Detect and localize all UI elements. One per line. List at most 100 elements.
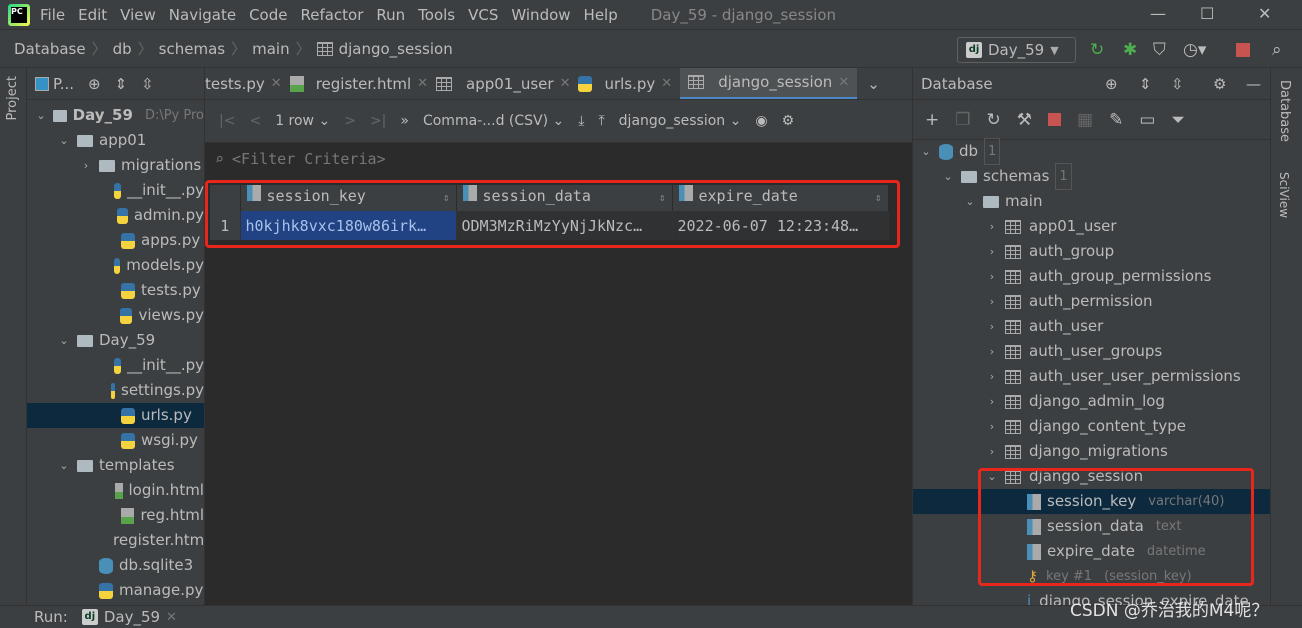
- properties-icon[interactable]: ⚒: [1017, 110, 1032, 130]
- close-tab-icon[interactable]: ✕: [417, 76, 428, 91]
- tree-item[interactable]: › auth_permission: [913, 289, 1270, 314]
- chevron-down-icon[interactable]: ⌄: [57, 453, 71, 478]
- row-count-dropdown[interactable]: 1 row ⌄: [275, 113, 330, 129]
- menu-help[interactable]: Help: [584, 6, 618, 24]
- chevron-down-icon[interactable]: ⌄: [941, 164, 955, 189]
- gear-icon[interactable]: ⚙: [1213, 75, 1226, 93]
- menu-tools[interactable]: Tools: [418, 6, 455, 24]
- tree-item[interactable]: ⌄ app01: [27, 128, 204, 153]
- project-view-dropdown[interactable]: P...: [53, 75, 74, 93]
- breadcrumb-item[interactable]: main: [252, 40, 289, 58]
- filter-icon[interactable]: ⏷: [1171, 110, 1185, 130]
- breadcrumb-item[interactable]: django_session: [339, 40, 453, 58]
- tab-urls-py[interactable]: urls.py ✕: [578, 68, 680, 99]
- tab-tests-py[interactable]: tests.py ✕: [205, 68, 290, 99]
- project-tool-button[interactable]: Project: [5, 76, 20, 120]
- chevron-down-icon[interactable]: ⌄: [57, 328, 71, 353]
- menu-file[interactable]: File: [40, 6, 65, 24]
- view-icon[interactable]: ◉: [755, 113, 767, 129]
- next-page-icon[interactable]: >: [344, 113, 356, 129]
- close-tab-icon[interactable]: ✕: [838, 75, 849, 90]
- column-header-expire_date[interactable]: expire_date ⇕: [672, 185, 889, 211]
- settings-icon[interactable]: ⚙: [782, 113, 795, 129]
- chevron-down-icon[interactable]: ⌄: [963, 189, 977, 214]
- menu-window[interactable]: Window: [511, 6, 570, 24]
- filter-criteria-input[interactable]: ⌕ <Filter Criteria>: [205, 143, 912, 175]
- tree-item[interactable]: › app01_user: [913, 214, 1270, 239]
- tree-item[interactable]: models.py: [27, 253, 204, 278]
- tree-item[interactable]: reg.html: [27, 503, 204, 528]
- profile-icon[interactable]: ◷▾: [1183, 40, 1206, 60]
- table-cell[interactable]: h0kjhk8vxc180w86irk…: [240, 211, 457, 240]
- tree-item[interactable]: urls.py: [27, 403, 204, 428]
- chevron-right-icon[interactable]: ›: [985, 289, 999, 314]
- table-cell[interactable]: 2022-06-07 12:23:48…: [672, 211, 889, 240]
- duplicate-icon[interactable]: ❐: [955, 110, 970, 130]
- download-icon[interactable]: ⤓: [578, 113, 584, 129]
- stop-icon[interactable]: [1048, 113, 1061, 126]
- stop-icon[interactable]: [1236, 43, 1250, 57]
- expand-all-icon[interactable]: ⇕: [1139, 75, 1152, 93]
- tree-item[interactable]: admin.py: [27, 203, 204, 228]
- maximize-button[interactable]: ☐: [1200, 4, 1214, 23]
- tree-item[interactable]: ⌄ templates: [27, 453, 204, 478]
- collapse-all-icon[interactable]: ⇳: [141, 75, 154, 93]
- menu-edit[interactable]: Edit: [78, 6, 107, 24]
- chevron-right-icon[interactable]: ›: [985, 439, 999, 464]
- chevron-down-icon[interactable]: ⌄: [919, 139, 933, 164]
- table-icon[interactable]: ▦: [1077, 110, 1093, 130]
- tree-item[interactable]: wsgi.py: [27, 428, 204, 453]
- chevron-down-icon[interactable]: ⌄: [57, 128, 71, 153]
- tree-item[interactable]: login.html: [27, 478, 204, 503]
- tree-item[interactable]: settings.py: [27, 378, 204, 403]
- locate-icon[interactable]: ⊕: [1105, 75, 1118, 93]
- console-icon[interactable]: ▭: [1139, 110, 1155, 130]
- close-tab-icon[interactable]: ✕: [271, 76, 282, 91]
- tree-item[interactable]: manage.py: [27, 578, 204, 603]
- tree-item[interactable]: ⌄ schemas 1: [913, 163, 1270, 190]
- search-icon[interactable]: ⌕: [1272, 40, 1282, 60]
- edit-icon[interactable]: ✎: [1109, 110, 1123, 130]
- breadcrumb-item[interactable]: db: [113, 40, 132, 58]
- tree-item[interactable]: tests.py: [27, 278, 204, 303]
- chevron-right-icon[interactable]: ›: [985, 389, 999, 414]
- tab-list-chevron-icon[interactable]: ⌄: [867, 75, 880, 93]
- last-page-icon[interactable]: >|: [370, 113, 386, 129]
- hide-icon[interactable]: —: [1246, 75, 1261, 93]
- chevron-right-icon[interactable]: ›: [985, 264, 999, 289]
- tree-item[interactable]: ⌄ main: [913, 189, 1270, 214]
- expand-all-icon[interactable]: ⇕: [115, 75, 128, 93]
- tree-item[interactable]: __init__.py: [27, 353, 204, 378]
- breadcrumb-item[interactable]: schemas: [159, 40, 225, 58]
- chevron-right-icon[interactable]: ›: [985, 364, 999, 389]
- chevron-down-icon[interactable]: ⌄: [35, 103, 47, 128]
- tree-item[interactable]: › auth_user: [913, 314, 1270, 339]
- breadcrumb-item[interactable]: Database: [14, 40, 86, 58]
- coverage-icon[interactable]: ⛉: [1153, 40, 1166, 60]
- close-tab-icon[interactable]: ✕: [560, 76, 571, 91]
- chevron-right-icon[interactable]: ›: [985, 414, 999, 439]
- chevron-right-icon[interactable]: ›: [985, 314, 999, 339]
- first-page-icon[interactable]: |<: [219, 113, 235, 129]
- tree-item[interactable]: › auth_user_groups: [913, 339, 1270, 364]
- menu-run[interactable]: Run: [376, 6, 405, 24]
- collapse-all-icon[interactable]: ⇳: [1171, 75, 1184, 93]
- tree-item[interactable]: › migrations: [27, 153, 204, 178]
- add-icon[interactable]: +: [925, 110, 939, 130]
- database-tool-button[interactable]: Database: [1277, 80, 1292, 142]
- sort-icon[interactable]: ⇕: [443, 185, 450, 211]
- sort-icon[interactable]: ⇕: [659, 185, 666, 211]
- tree-item[interactable]: ⌄ Day_59: [27, 328, 204, 353]
- tree-item[interactable]: › django_admin_log: [913, 389, 1270, 414]
- table-cell[interactable]: ODM3MzRiMzYyNjJkNzc…: [456, 211, 673, 240]
- menu-view[interactable]: View: [120, 6, 156, 24]
- tree-item[interactable]: ⌄ Day_59 D:\Py Pro: [27, 103, 204, 128]
- chevron-right-icon[interactable]: ›: [985, 214, 999, 239]
- run-tab[interactable]: dj Day_59 ✕: [81, 608, 177, 626]
- format-dropdown[interactable]: Comma-...d (CSV) ⌄: [423, 113, 564, 129]
- upload-icon[interactable]: ⤒: [598, 113, 604, 129]
- tree-item[interactable]: register.html: [27, 528, 204, 553]
- minimize-button[interactable]: —: [1150, 4, 1166, 23]
- tree-item[interactable]: › django_migrations: [913, 439, 1270, 464]
- tree-item[interactable]: › auth_group: [913, 239, 1270, 264]
